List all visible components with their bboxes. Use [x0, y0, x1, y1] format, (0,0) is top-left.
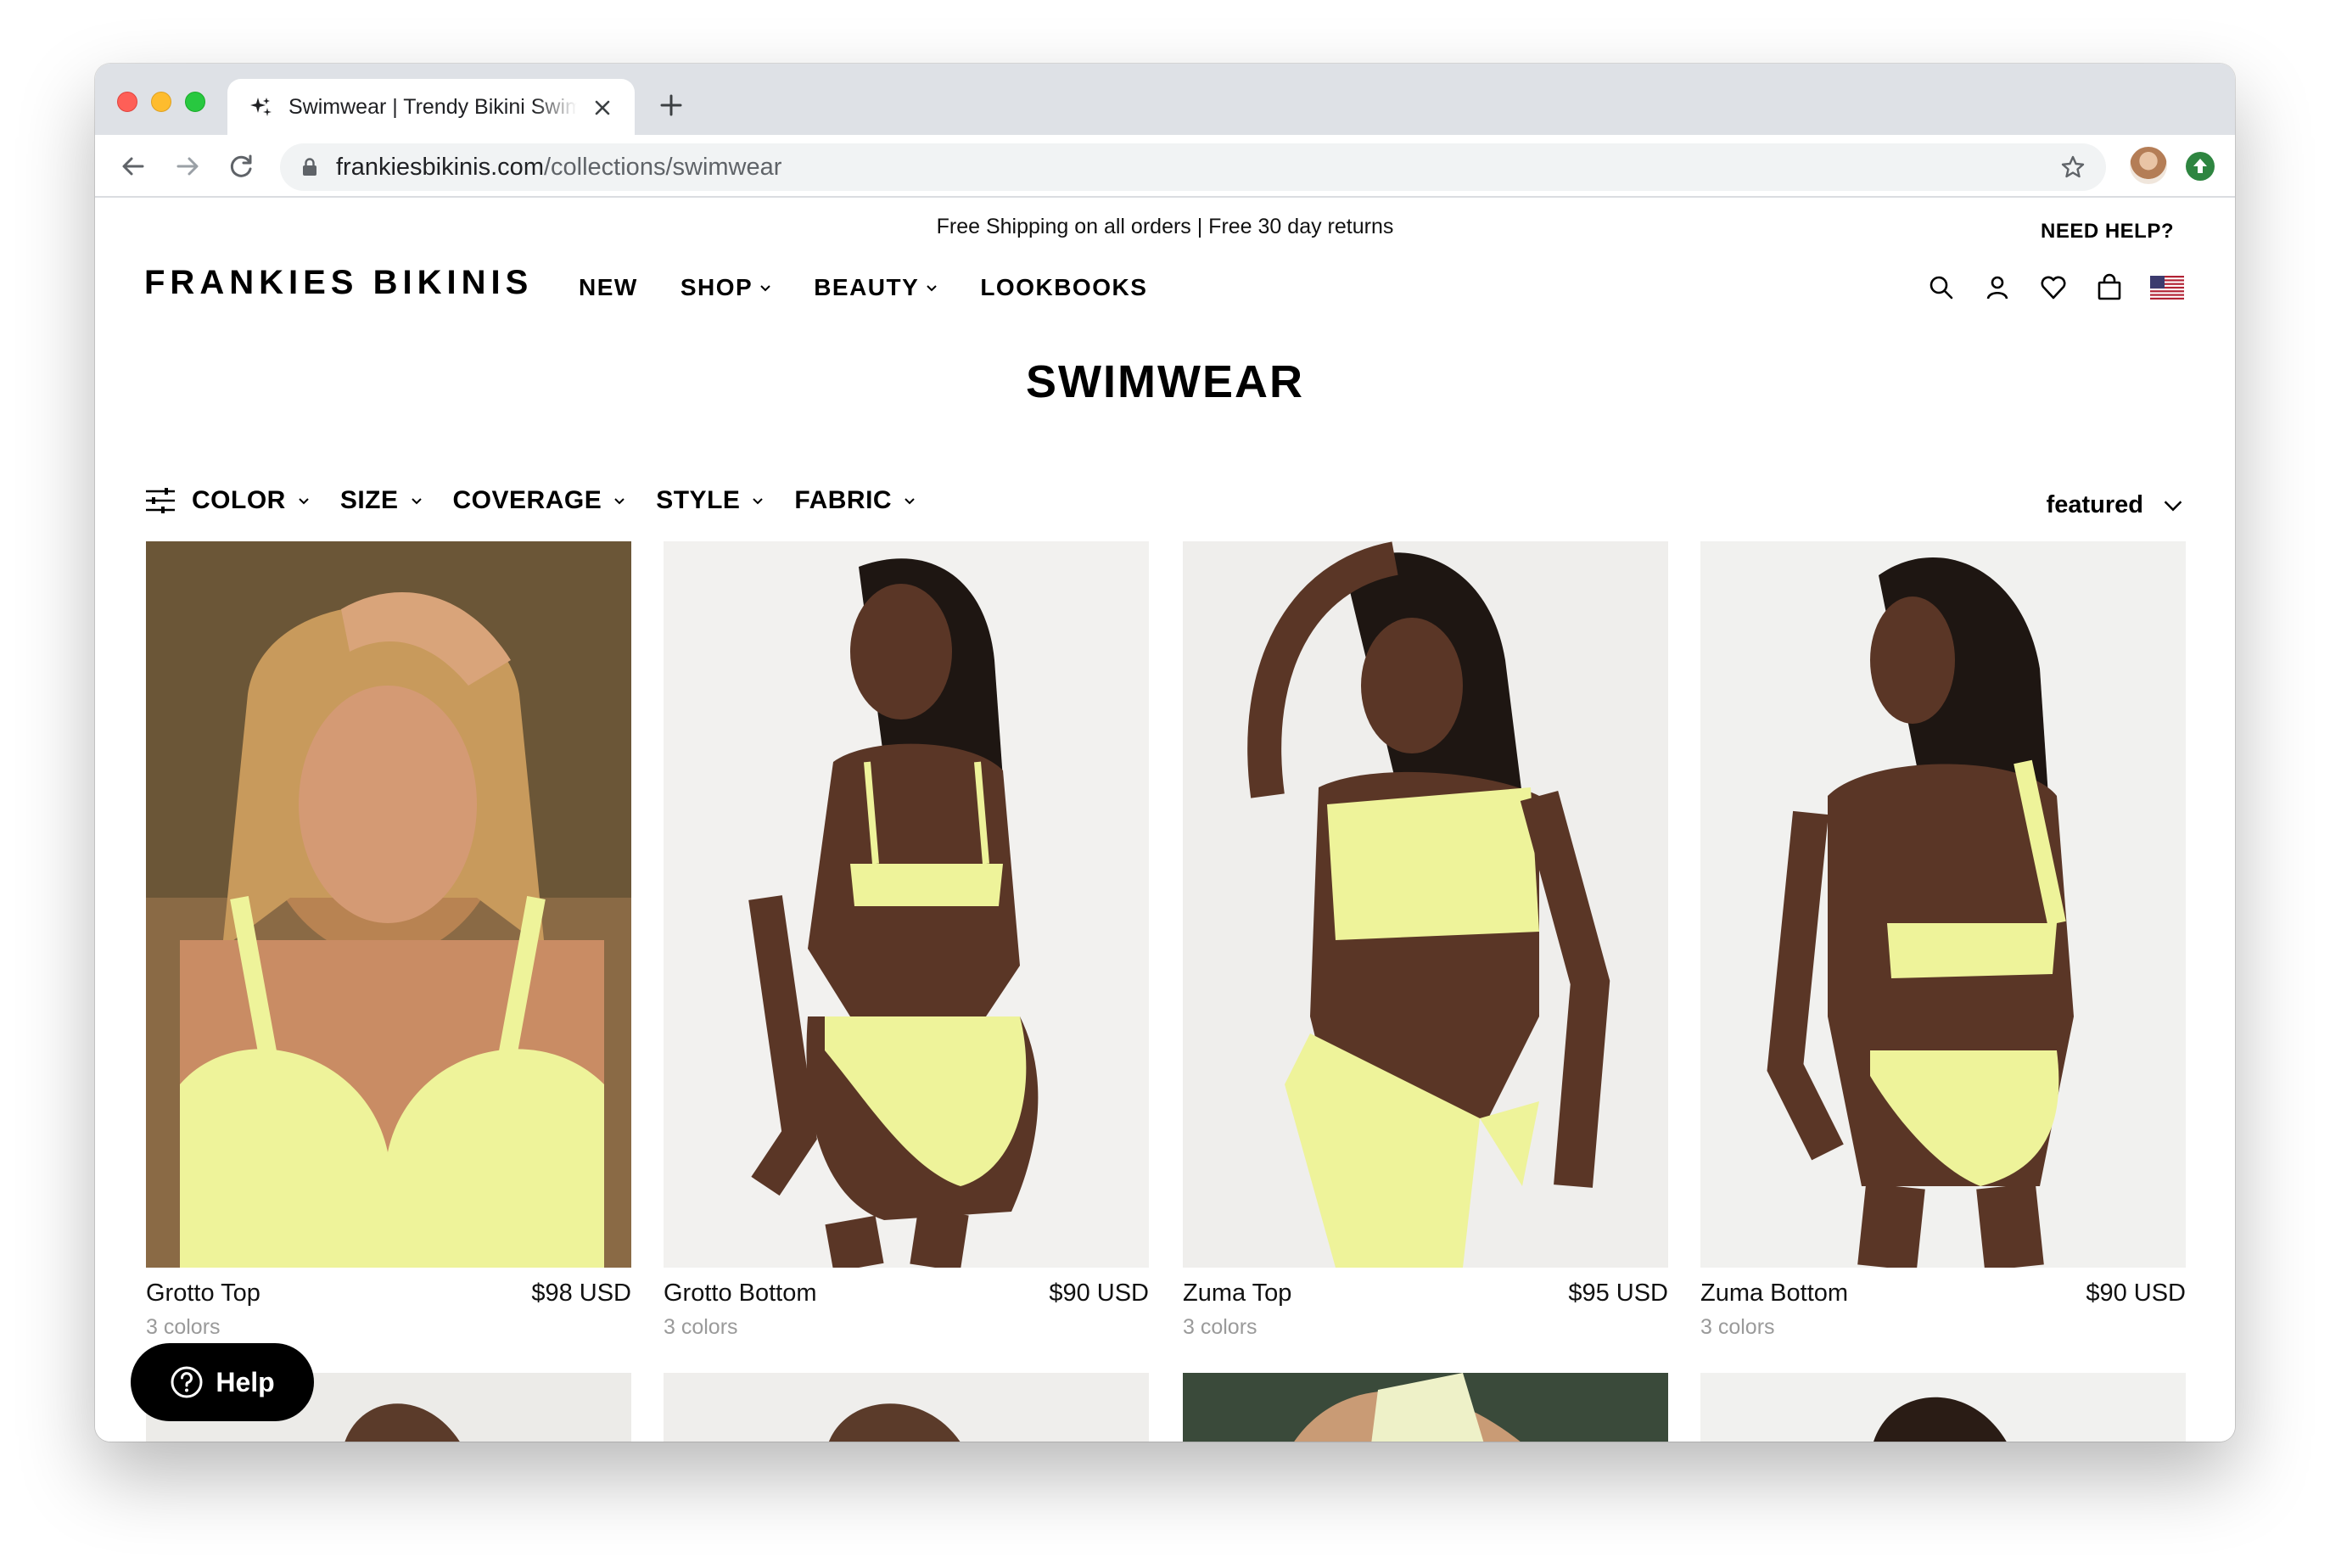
extension-icon[interactable]	[2186, 152, 2215, 181]
bookmark-star-icon[interactable]	[2060, 154, 2086, 180]
help-label: Help	[216, 1366, 275, 1397]
nav-label: NEW	[579, 274, 638, 300]
product-colors: 3 colors	[146, 1315, 221, 1339]
forward-arrow-icon[interactable]	[173, 152, 202, 181]
browser-tab[interactable]: Swimwear | Trendy Bikini Swimwear	[227, 79, 635, 135]
nav-new[interactable]: NEW	[579, 274, 638, 301]
filter-fabric[interactable]: FABRIC	[794, 486, 916, 515]
close-window-button[interactable]	[117, 92, 137, 112]
search-icon[interactable]	[1926, 272, 1957, 303]
nav-label: SHOP	[680, 274, 753, 300]
new-tab-icon[interactable]	[658, 92, 684, 118]
product-image[interactable]	[1183, 541, 1668, 1268]
nav-label: LOOKBOOKS	[980, 274, 1148, 300]
announcement-bar: Free Shipping on all orders | Free 30 da…	[936, 215, 1394, 238]
chevron-down-icon	[299, 498, 309, 505]
page-title: SWIMWEAR	[1026, 356, 1304, 407]
tab-strip: Swimwear | Trendy Bikini Swimwear	[95, 64, 2235, 135]
product-image[interactable]	[1700, 1373, 2186, 1442]
product-image[interactable]	[146, 541, 631, 1268]
chevron-down-icon	[753, 498, 764, 505]
help-chat-button[interactable]: Help	[131, 1343, 314, 1421]
us-flag-icon[interactable]	[2150, 276, 2184, 300]
url-text: frankiesbikinis.com/collections/swimwear	[336, 154, 782, 181]
product-name[interactable]: Grotto Top	[146, 1280, 260, 1308]
product-price: $90 USD	[1049, 1280, 1149, 1307]
site-logo[interactable]: FRANKIES BIKINIS	[144, 264, 533, 302]
lock-icon	[303, 158, 316, 176]
maximize-window-button[interactable]	[185, 92, 205, 112]
filter-color[interactable]: COLOR	[192, 486, 310, 515]
tab-close-icon[interactable]	[592, 98, 613, 118]
upload-arrow-icon	[2193, 159, 2207, 173]
chevron-down-icon	[411, 498, 422, 505]
product-price: $90 USD	[2086, 1280, 2186, 1307]
page-content: Free Shipping on all orders | Free 30 da…	[95, 198, 2235, 1442]
account-icon[interactable]	[1982, 272, 2013, 303]
question-circle-icon	[171, 1366, 203, 1398]
reload-icon[interactable]	[227, 152, 256, 181]
header-icons	[1926, 272, 2184, 303]
filter-label: SIZE	[339, 486, 399, 514]
need-help-link[interactable]: NEED HELP?	[2041, 220, 2174, 244]
chevron-down-icon	[905, 498, 915, 505]
sparkle-favicon-icon	[250, 98, 272, 116]
product-colors: 3 colors	[664, 1315, 738, 1339]
browser-toolbar: frankiesbikinis.com/collections/swimwear	[95, 135, 2235, 198]
nav-beauty[interactable]: BEAUTY	[814, 274, 938, 301]
back-arrow-icon[interactable]	[119, 152, 148, 181]
product-name[interactable]: Zuma Bottom	[1700, 1280, 1848, 1308]
filter-label: STYLE	[656, 486, 741, 514]
sort-dropdown[interactable]: featured	[2047, 491, 2182, 519]
nav-shop[interactable]: SHOP	[681, 274, 771, 301]
nav-label: BEAUTY	[814, 274, 920, 300]
sort-label: featured	[2046, 491, 2143, 518]
profile-avatar[interactable]	[2130, 147, 2167, 184]
filter-coverage[interactable]: COVERAGE	[453, 486, 626, 515]
bag-icon[interactable]	[2094, 272, 2125, 303]
filter-size[interactable]: SIZE	[340, 486, 423, 515]
product-colors: 3 colors	[1183, 1315, 1257, 1339]
filter-style[interactable]: STYLE	[656, 486, 764, 515]
nav-lookbooks[interactable]: LOOKBOOKS	[980, 274, 1147, 301]
heart-icon[interactable]	[2038, 272, 2069, 303]
chevron-down-icon	[2164, 500, 2182, 511]
filter-bar: COLOR SIZE COVERAGE STYLE FABRIC	[144, 486, 916, 515]
filter-label: COLOR	[192, 486, 286, 514]
browser-window: Swimwear | Trendy Bikini Swimwear franki…	[95, 64, 2235, 1442]
chevron-down-icon	[927, 285, 938, 292]
main-nav: NEW SHOP BEAUTY LOOKBOOKS	[579, 274, 1147, 301]
filter-label: COVERAGE	[452, 486, 602, 514]
tab-title: Swimwear | Trendy Bikini Swimwear	[288, 95, 577, 119]
product-image[interactable]	[664, 541, 1149, 1268]
chevron-down-icon	[614, 498, 625, 505]
product-image[interactable]	[664, 1373, 1149, 1442]
product-name[interactable]: Grotto Bottom	[664, 1280, 817, 1308]
filter-sliders-icon[interactable]	[144, 486, 176, 515]
product-price: $95 USD	[1568, 1280, 1668, 1307]
filter-label: FABRIC	[794, 486, 893, 514]
product-colors: 3 colors	[1700, 1315, 1775, 1339]
product-image[interactable]	[1183, 1373, 1668, 1442]
minimize-window-button[interactable]	[151, 92, 171, 112]
product-image[interactable]	[1700, 541, 2186, 1268]
chevron-down-icon	[760, 285, 770, 292]
product-price: $98 USD	[531, 1280, 631, 1307]
address-bar[interactable]: frankiesbikinis.com/collections/swimwear	[280, 143, 2106, 191]
product-name[interactable]: Zuma Top	[1183, 1280, 1291, 1308]
